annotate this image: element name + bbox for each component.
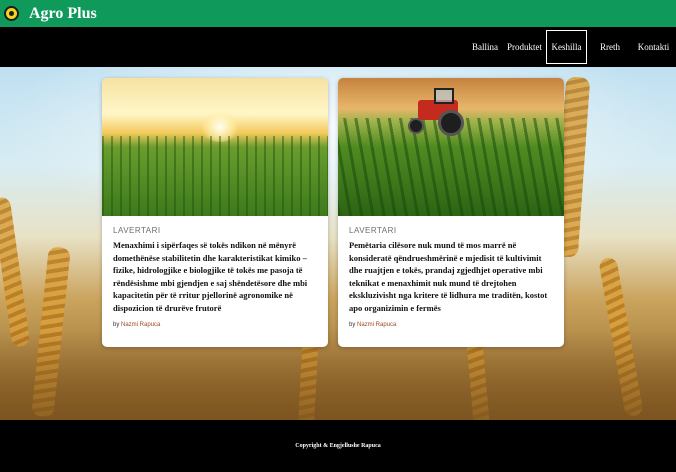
article-card[interactable]: LAVERTARI Menaxhimi i sipërfaqes së tokë…: [102, 78, 328, 347]
article-category[interactable]: LAVERTARI: [113, 226, 317, 235]
leaf-logo-icon[interactable]: [4, 6, 19, 21]
author-link[interactable]: Nazmi Rapuca: [121, 322, 160, 328]
nav-item-kontakti[interactable]: Kontakti: [637, 30, 670, 64]
brand-title[interactable]: Agro Plus: [29, 5, 97, 23]
tractor-icon: [404, 86, 474, 138]
article-card[interactable]: LAVERTARI Pemëtaria cilësore nuk mund të…: [338, 78, 564, 347]
article-byline: by Nazmi Rapuca: [113, 322, 317, 328]
top-bar: Agro Plus: [0, 0, 676, 27]
nav-item-keshilla[interactable]: Keshilla: [546, 30, 587, 64]
nav-item-rreth-nesh[interactable]: Rreth nesh: [591, 30, 629, 86]
byline-prefix: by: [349, 321, 356, 328]
page-footer: Copyright & Engjellushe Rapuca: [0, 420, 676, 472]
article-excerpt[interactable]: Menaxhimi i sipërfaqes së tokës ndikon n…: [113, 239, 317, 315]
byline-prefix: by: [113, 321, 120, 328]
article-excerpt[interactable]: Pemëtaria cilësore nuk mund të mos marrë…: [349, 239, 553, 315]
nav-item-produktet[interactable]: Produktet: [507, 30, 542, 64]
article-image-sunrise-field[interactable]: [102, 78, 328, 216]
main-nav: Ballina Produktet Keshilla Rreth nesh Ko…: [0, 27, 676, 86]
copyright-text: Copyright & Engjellushe Rapuca: [295, 443, 381, 449]
article-image-tractor-field[interactable]: [338, 78, 564, 216]
article-byline: by Nazmi Rapuca: [349, 322, 553, 328]
nav-item-ballina[interactable]: Ballina: [470, 30, 500, 64]
article-category[interactable]: LAVERTARI: [349, 226, 553, 235]
author-link[interactable]: Nazmi Rapuca: [357, 322, 396, 328]
